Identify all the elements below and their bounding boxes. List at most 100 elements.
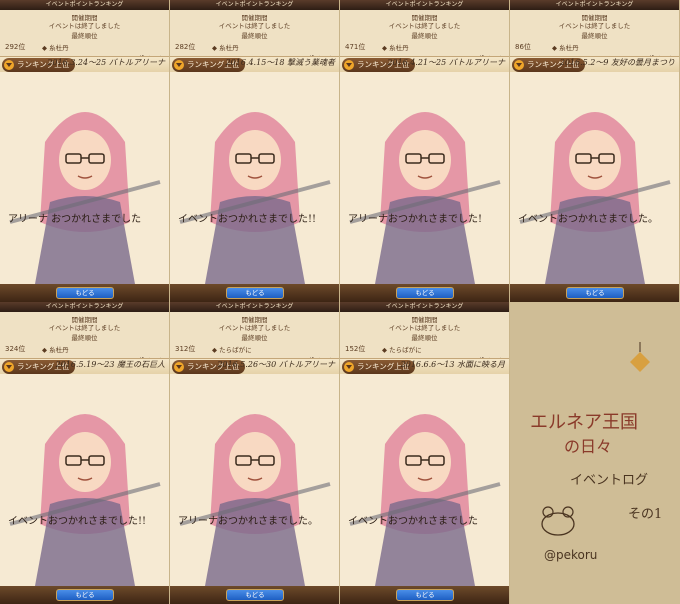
dropdown-icon	[174, 60, 184, 70]
back-button[interactable]: もどる	[566, 287, 624, 299]
final-rank-value: 324位	[5, 345, 26, 353]
dropdown-icon	[344, 362, 354, 372]
character-illustration: アリーナ おつかれさまでした	[0, 72, 169, 284]
panel-footer: もどる	[510, 284, 679, 302]
handwritten-note: 2016.4.21〜25 バトルアリーナ	[387, 58, 505, 67]
event-ended-text: イベントは終了しました	[48, 22, 121, 30]
final-rank-value: 292位	[5, 43, 26, 51]
back-button[interactable]: もどる	[226, 589, 284, 601]
author-handle: @pekoru	[544, 548, 597, 562]
final-rank-label: 最終順位	[71, 334, 98, 342]
stats-block: 開催期間 イベントは終了しました 最終順位 471位 ◆ 糸杜丹 555,886…	[340, 10, 509, 63]
reward-item: ◆ 糸杜丹	[42, 44, 69, 52]
speech-text: アリーナおつかれさまでした!	[348, 213, 482, 225]
event-ranking-panel: イベントポイントランキング 開催期間 イベントは終了しました 最終順位 152位…	[340, 302, 510, 604]
final-rank-value: 282位	[175, 43, 196, 51]
dropdown-icon	[174, 362, 184, 372]
title-card-sketch: エルネア王国 の日々 イベントログ その1 @pekoru	[510, 302, 680, 604]
panel-header: イベントポイントランキング	[0, 0, 169, 10]
event-ranking-panel: イベントポイントランキング 開催期間 イベントは終了しました 最終順位 312位…	[170, 302, 340, 604]
stats-block: 開催期間 イベントは終了しました 最終順位 312位 ◆ たらばがに 661,1…	[170, 312, 339, 365]
event-ranking-panel: イベントポイントランキング 開催期間 イベントは終了しました 最終順位 282位…	[170, 0, 340, 302]
character-illustration: イベントおつかれさまでした。	[510, 72, 679, 284]
panel-footer: もどる	[0, 284, 169, 302]
reward-item: ◆ 糸杜丹	[212, 44, 239, 52]
panel-footer: もどる	[0, 586, 169, 604]
ranking-bar: ランキング上位 2016.5.26〜30 バトルアリーナ	[170, 358, 339, 374]
back-button[interactable]: もどる	[226, 287, 284, 299]
final-rank-value: 471位	[345, 43, 366, 51]
final-rank-label: 最終順位	[71, 32, 98, 40]
panel-header: イベントポイントランキング	[340, 302, 509, 312]
reward-item: ◆ 糸杜丹	[382, 44, 409, 52]
character-sketch: アリーナ おつかれさまでした	[0, 72, 169, 284]
handwritten-note: 2016.5.2〜9 友好の曇月まつり	[559, 58, 675, 67]
ranking-bar: ランキング上位 2016.6.6〜13 水面に映る月	[340, 358, 509, 374]
stats-block: 開催期間 イベントは終了しました 最終順位 292位 ◆ 糸杜丹 670,843…	[0, 10, 169, 63]
speech-text: イベントおつかれさまでした。	[518, 213, 658, 225]
handwritten-note: 2016.5.19〜23 魔王の石巨人	[55, 360, 165, 369]
reward-item: ◆ 糸杜丹	[42, 346, 69, 354]
event-ended-text: イベントは終了しました	[558, 22, 631, 30]
side-title-1: エルネア王国	[530, 412, 638, 433]
character-illustration: イベントおつかれさまでした!!	[170, 72, 339, 284]
event-ended-text: イベントは終了しました	[48, 324, 121, 332]
reward-item: ◆ 糸杜丹	[552, 44, 579, 52]
panel-header: イベントポイントランキング	[510, 0, 679, 10]
character-illustration: アリーナおつかれさまでした。	[170, 374, 339, 586]
speech-text: アリーナおつかれさまでした。	[178, 515, 318, 527]
reward-item: ◆ たらばがに	[382, 346, 422, 354]
character-illustration: アリーナおつかれさまでした!	[340, 72, 509, 284]
panel-header: イベントポイントランキング	[170, 0, 339, 10]
back-button[interactable]: もどる	[396, 589, 454, 601]
character-sketch: アリーナおつかれさまでした。	[170, 374, 339, 586]
panel-header: イベントポイントランキング	[0, 302, 169, 312]
character-illustration: イベントおつかれさまでした!!	[0, 374, 169, 586]
final-rank-label: 最終順位	[411, 32, 438, 40]
character-sketch: イベントおつかれさまでした。	[510, 72, 679, 284]
panel-footer: もどる	[170, 586, 339, 604]
character-illustration: イベントおつかれさまでした	[340, 374, 509, 586]
final-rank-label: 最終順位	[411, 334, 438, 342]
stats-block: 開催期間 イベントは終了しました 最終順位 152位 ◆ たらばがに 87,28…	[340, 312, 509, 365]
speech-text: イベントおつかれさまでした!!	[178, 213, 316, 225]
event-ranking-panel: イベントポイントランキング 開催期間 イベントは終了しました 最終順位 471位…	[340, 0, 510, 302]
stats-block: 開催期間 イベントは終了しました 最終順位 324位 ◆ 糸杜丹 30,500ポ…	[0, 312, 169, 365]
final-rank-value: 312位	[175, 345, 196, 353]
back-button[interactable]: もどる	[56, 589, 114, 601]
speech-text: アリーナ おつかれさまでした	[8, 213, 141, 225]
back-button[interactable]: もどる	[56, 287, 114, 299]
ranking-bar: ランキング上位 2016.5.2〜9 友好の曇月まつり	[510, 56, 679, 72]
event-ranking-panel: イベントポイントランキング 開催期間 イベントは終了しました 最終順位 292位…	[0, 0, 170, 302]
handwritten-note: 2016.4.15〜18 撃滅う業魂者	[225, 58, 335, 67]
handwritten-note: 2016.5.26〜30 バトルアリーナ	[217, 360, 335, 369]
panel-footer: もどる	[170, 284, 339, 302]
event-ended-text: イベントは終了しました	[218, 22, 291, 30]
stats-block: 開催期間 イベントは終了しました 最終順位 86位 ◆ 糸杜丹 23,930ポイ…	[510, 10, 679, 63]
speech-text: イベントおつかれさまでした!!	[8, 515, 146, 527]
event-ended-text: イベントは終了しました	[218, 324, 291, 332]
ranking-bar: ランキング上位 2016.4.15〜18 撃滅う業魂者	[170, 56, 339, 72]
final-rank-label: 最終順位	[581, 32, 608, 40]
panel-footer: もどる	[340, 586, 509, 604]
event-ranking-panel: イベントポイントランキング 開催期間 イベントは終了しました 最終順位 324位…	[0, 302, 170, 604]
dropdown-icon	[344, 60, 354, 70]
title-card: エルネア王国 の日々 イベントログ その1 @pekoru	[510, 302, 680, 604]
panel-header: イベントポイントランキング	[170, 302, 339, 312]
final-rank-label: 最終順位	[241, 32, 268, 40]
event-ranking-panel: イベントポイントランキング 開催期間 イベントは終了しました 最終順位 86位 …	[510, 0, 680, 302]
character-sketch: イベントおつかれさまでした	[340, 374, 509, 586]
handwritten-note: 2016.3.24〜25 バトルアリーナ	[47, 58, 165, 67]
ranking-bar: ランキング上位 2016.5.19〜23 魔王の石巨人	[0, 358, 169, 374]
side-part: その1	[628, 507, 662, 522]
back-button[interactable]: もどる	[396, 287, 454, 299]
handwritten-note: 2016.6.6〜13 水面に映る月	[400, 360, 505, 369]
ranking-bar: ランキング上位 2016.4.21〜25 バトルアリーナ	[340, 56, 509, 72]
character-sketch: イベントおつかれさまでした!!	[0, 374, 169, 586]
dropdown-icon	[4, 60, 14, 70]
event-ended-text: イベントは終了しました	[388, 22, 461, 30]
side-title-2: の日々	[564, 437, 612, 456]
panel-footer: もどる	[340, 284, 509, 302]
reward-item: ◆ たらばがに	[212, 346, 252, 354]
speech-text: イベントおつかれさまでした	[348, 515, 478, 527]
